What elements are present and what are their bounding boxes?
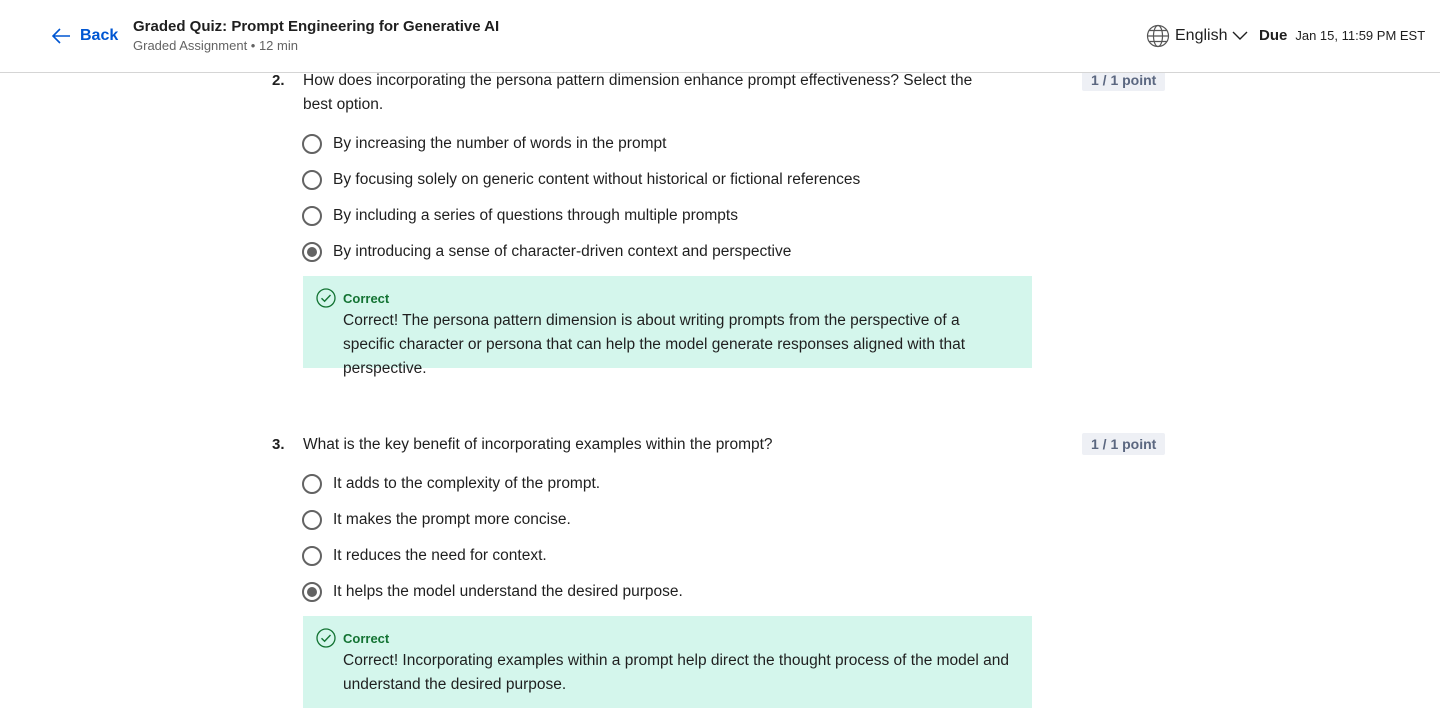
radio-button[interactable] bbox=[302, 510, 322, 530]
check-circle-icon bbox=[316, 628, 336, 648]
globe-icon bbox=[1146, 24, 1170, 48]
answer-option-selected[interactable]: By introducing a sense of character-driv… bbox=[302, 241, 791, 263]
feedback-correct: Correct Correct! The persona pattern dim… bbox=[303, 276, 1032, 377]
radio-button[interactable] bbox=[302, 546, 322, 566]
language-label: English bbox=[1175, 27, 1228, 44]
due-date: Due Jan 15, 11:59 PM EST bbox=[1259, 27, 1425, 44]
answer-option[interactable]: By focusing solely on generic content wi… bbox=[302, 169, 860, 191]
points-badge: 1 / 1 point bbox=[1082, 433, 1166, 455]
page-title: Graded Quiz: Prompt Engineering for Gene… bbox=[133, 18, 500, 35]
answer-option[interactable]: It makes the prompt more concise. bbox=[302, 509, 571, 531]
option-label: By focusing solely on generic content wi… bbox=[333, 171, 861, 188]
feedback-text: Correct! The persona pattern dimension i… bbox=[343, 312, 966, 377]
radio-button-selected[interactable] bbox=[302, 582, 322, 602]
page-header: Back Graded Quiz: Prompt Engineering for… bbox=[0, 0, 1440, 73]
option-label: It makes the prompt more concise. bbox=[333, 511, 571, 528]
feedback-status: Correct bbox=[343, 291, 390, 306]
language-selector[interactable]: English bbox=[1146, 24, 1248, 48]
arrow-left-icon bbox=[52, 28, 70, 44]
option-label: By increasing the number of words in the… bbox=[333, 135, 667, 152]
option-label: It reduces the need for context. bbox=[333, 547, 547, 564]
question-number: 3. bbox=[272, 436, 285, 453]
question-text: What is the key benefit of incorporating… bbox=[303, 436, 773, 453]
feedback-text: Correct! Incorporating examples within a… bbox=[343, 652, 1010, 693]
option-label: It adds to the complexity of the prompt. bbox=[333, 475, 601, 492]
assignment-title-block: Graded Quiz: Prompt Engineering for Gene… bbox=[133, 17, 499, 54]
answer-option[interactable]: By increasing the number of words in the… bbox=[302, 133, 666, 155]
answer-option[interactable]: By including a series of questions throu… bbox=[302, 205, 738, 227]
check-circle-icon bbox=[316, 288, 336, 308]
question-text: How does incorporating the persona patte… bbox=[303, 72, 973, 113]
due-value: Jan 15, 11:59 PM EST bbox=[1295, 28, 1426, 43]
option-label: By introducing a sense of character-driv… bbox=[333, 243, 792, 260]
answer-option[interactable]: It adds to the complexity of the prompt. bbox=[302, 473, 600, 495]
answer-option[interactable]: It reduces the need for context. bbox=[302, 545, 547, 567]
feedback-status: Correct bbox=[343, 631, 390, 646]
back-label: Back bbox=[80, 27, 119, 44]
radio-button-selected[interactable] bbox=[302, 242, 322, 262]
option-label: It helps the model understand the desire… bbox=[333, 583, 683, 600]
radio-button[interactable] bbox=[302, 170, 322, 190]
radio-button[interactable] bbox=[302, 206, 322, 226]
due-label: Due bbox=[1259, 27, 1288, 44]
option-label: By including a series of questions throu… bbox=[333, 207, 738, 224]
radio-button[interactable] bbox=[302, 134, 322, 154]
answer-option-selected[interactable]: It helps the model understand the desire… bbox=[302, 581, 683, 603]
back-button[interactable]: Back bbox=[52, 25, 118, 47]
radio-button[interactable] bbox=[302, 474, 322, 494]
page-subtitle: Graded Assignment • 12 min bbox=[133, 38, 298, 53]
chevron-down-icon bbox=[1232, 31, 1248, 40]
feedback-correct: Correct Correct! Incorporating examples … bbox=[303, 616, 1032, 708]
